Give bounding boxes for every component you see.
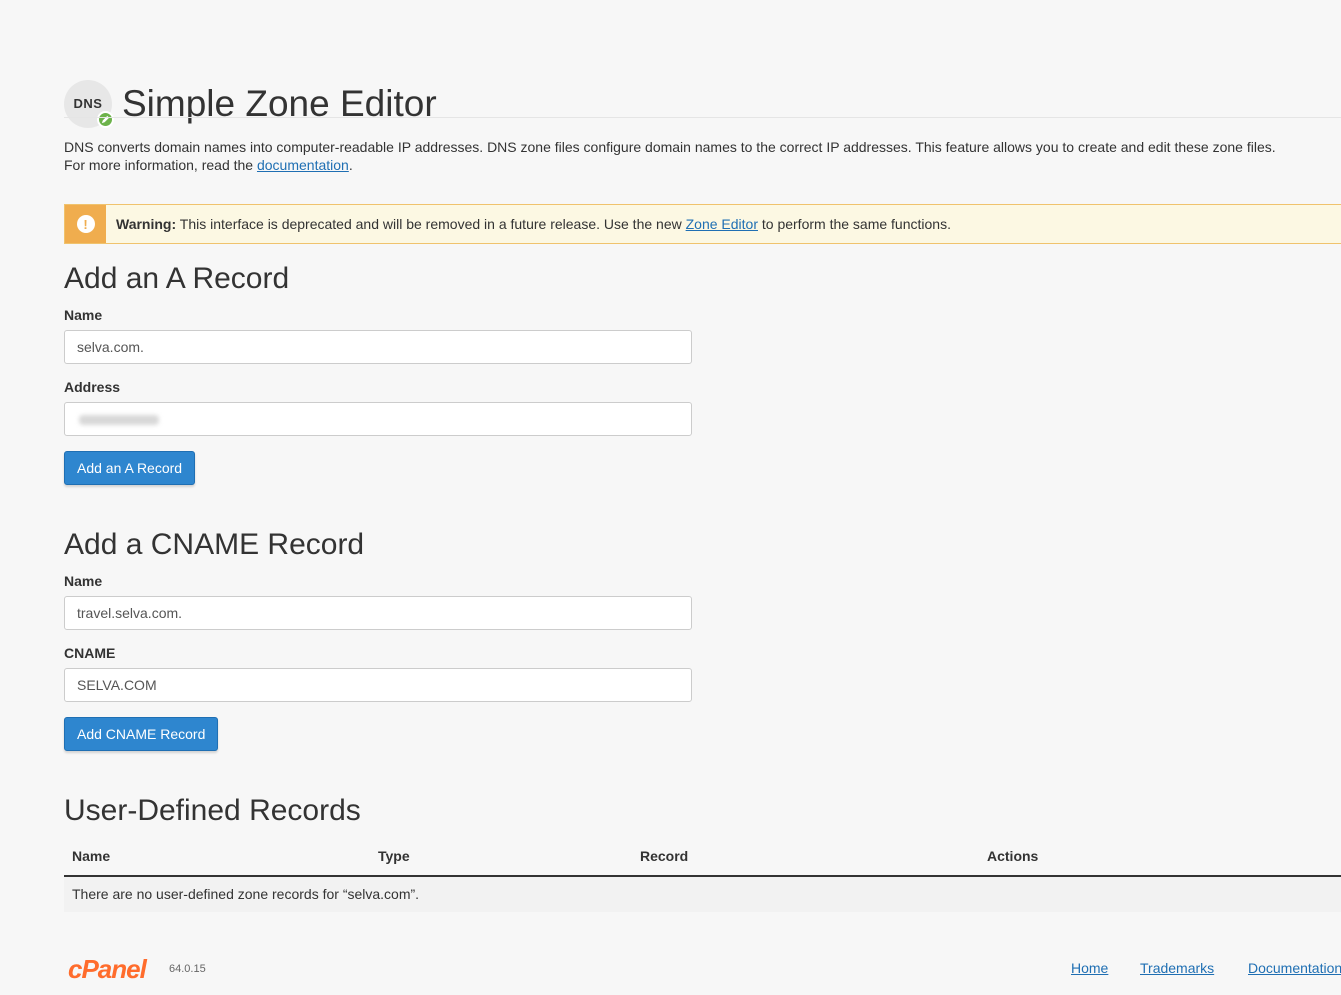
documentation-link[interactable]: documentation <box>257 157 349 173</box>
a-record-address-label: Address <box>64 379 121 395</box>
a-record-address-input[interactable] <box>64 402 692 436</box>
intro-description: DNS converts domain names into computer-… <box>64 139 1276 155</box>
intro-text: DNS converts domain names into computer-… <box>64 138 1334 174</box>
warning-icon: ! <box>76 215 95 233</box>
add-cname-record-button[interactable]: Add CNAME Record <box>64 717 219 751</box>
a-record-name-input[interactable]: selva.com. <box>64 330 692 364</box>
cpanel-logo[interactable]: cPanel <box>68 954 147 985</box>
column-name[interactable]: Name <box>72 848 110 864</box>
warning-icon-panel: ! <box>65 205 106 243</box>
column-record[interactable]: Record <box>640 848 688 864</box>
a-record-name-label: Name <box>64 307 103 323</box>
redacted-address <box>79 415 159 426</box>
cname-label: CNAME <box>64 645 116 661</box>
records-table: Name Type Record Actions There are no us… <box>64 840 1341 912</box>
records-table-header: Name Type Record Actions <box>64 840 1341 877</box>
records-heading: User-Defined Records <box>64 794 361 827</box>
page-title: Simple Zone Editor <box>122 82 437 124</box>
warning-message: Warning: This interface is deprecated an… <box>116 216 951 232</box>
footer-trademarks-link[interactable]: Trademarks <box>1140 960 1214 976</box>
dns-icon: DNS <box>64 79 114 128</box>
a-record-heading: Add an A Record <box>64 262 290 295</box>
intro-more-suffix: . <box>348 157 353 173</box>
pencil-icon <box>97 110 114 128</box>
footer-home-link[interactable]: Home <box>1071 960 1108 976</box>
cname-record-name-label: Name <box>64 573 103 589</box>
page-header: DNS Simple Zone Editor <box>64 58 437 150</box>
empty-records-row: There are no user-defined zone records f… <box>64 877 1341 912</box>
warning-text-after: to perform the same functions. <box>757 216 951 232</box>
footer-documentation-link[interactable]: Documentation <box>1248 960 1341 976</box>
column-actions: Actions <box>987 848 1039 864</box>
zone-editor-link[interactable]: Zone Editor <box>686 216 758 232</box>
intro-more-prefix: For more information, read the <box>64 157 257 173</box>
cname-record-name-input[interactable]: travel.selva.com. <box>64 596 692 630</box>
version-number: 64.0.15 <box>169 963 206 975</box>
warning-label: Warning: <box>116 216 177 232</box>
add-a-record-button[interactable]: Add an A Record <box>64 451 196 485</box>
warning-text-before: This interface is deprecated and will be… <box>176 216 686 232</box>
column-type[interactable]: Type <box>378 848 410 864</box>
dns-icon-text: DNS <box>73 96 103 112</box>
title-divider <box>64 117 1341 118</box>
warning-alert: ! Warning: This interface is deprecated … <box>64 204 1341 244</box>
cname-record-heading: Add a CNAME Record <box>64 528 365 561</box>
warning-icon-glyph: ! <box>83 216 88 232</box>
cname-input[interactable]: SELVA.COM <box>64 668 692 702</box>
